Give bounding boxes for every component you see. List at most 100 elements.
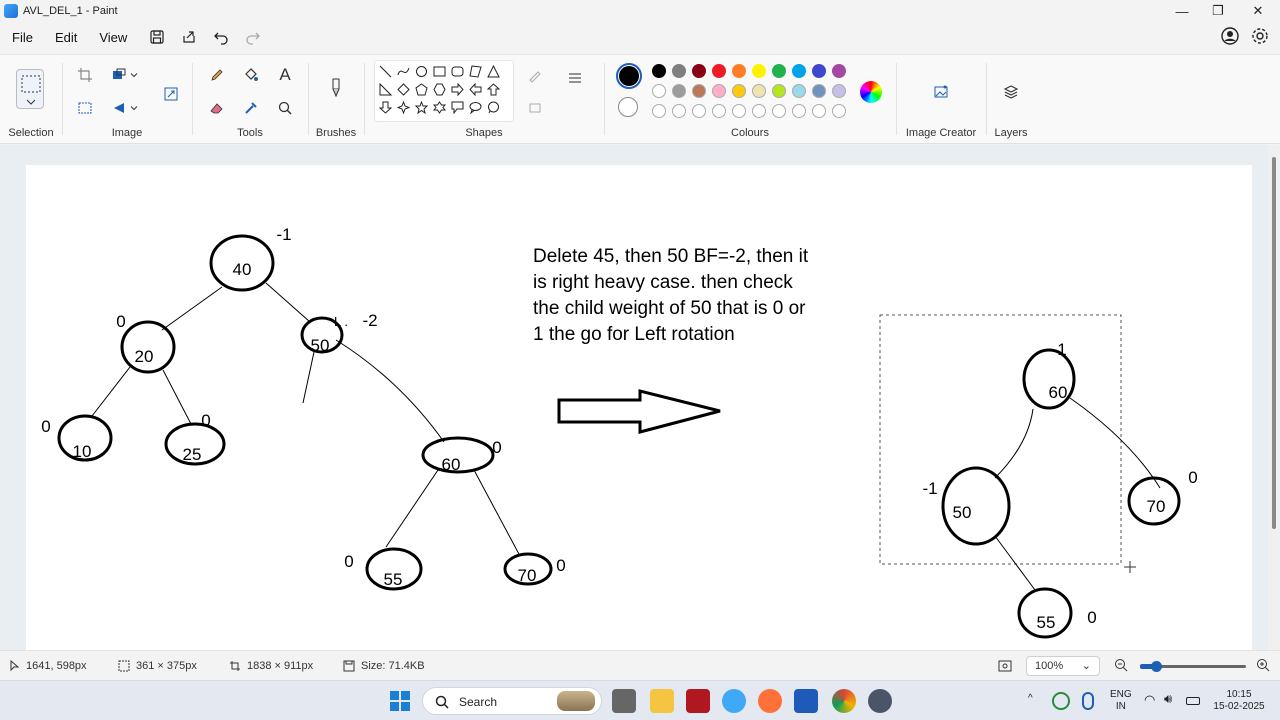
app-red-icon[interactable] bbox=[686, 689, 710, 713]
task-view-icon[interactable] bbox=[612, 689, 636, 713]
selection-button[interactable] bbox=[16, 69, 44, 109]
primary-color-well[interactable] bbox=[616, 63, 642, 89]
up-arrow-shape-icon[interactable] bbox=[485, 81, 501, 97]
colour-swatch-r2-1[interactable] bbox=[672, 84, 686, 98]
pentagon-shape-icon[interactable] bbox=[413, 81, 429, 97]
maximize-button[interactable]: ❐ bbox=[1200, 0, 1236, 22]
crop-icon[interactable] bbox=[74, 64, 96, 86]
six-point-star-shape-icon[interactable] bbox=[431, 99, 447, 115]
custom-colour-slot-9[interactable] bbox=[832, 104, 846, 118]
custom-colour-slot-0[interactable] bbox=[652, 104, 666, 118]
diamond-shape-icon[interactable] bbox=[395, 81, 411, 97]
right-arrow-shape-icon[interactable] bbox=[449, 81, 465, 97]
line-shape-icon[interactable] bbox=[377, 63, 393, 79]
menu-edit[interactable]: Edit bbox=[55, 30, 77, 45]
oval-shape-icon[interactable] bbox=[413, 63, 429, 79]
battery-icon[interactable] bbox=[1186, 697, 1200, 705]
share-icon[interactable] bbox=[177, 25, 201, 49]
select-all-icon[interactable] bbox=[74, 97, 96, 119]
minimize-button[interactable]: — bbox=[1164, 0, 1200, 22]
colour-swatch-r1-3[interactable] bbox=[712, 64, 726, 78]
redo-icon[interactable] bbox=[241, 25, 265, 49]
magnifier-icon[interactable] bbox=[274, 97, 296, 119]
size-icon[interactable] bbox=[564, 67, 586, 89]
menu-file[interactable]: File bbox=[12, 30, 33, 45]
zoom-slider-thumb[interactable] bbox=[1151, 661, 1162, 672]
color-picker-icon[interactable] bbox=[240, 97, 262, 119]
colour-swatch-r1-7[interactable] bbox=[792, 64, 806, 78]
zoom-select[interactable]: 100% ⌄ bbox=[1026, 656, 1100, 676]
chrome-icon[interactable] bbox=[832, 689, 856, 713]
colour-swatch-r1-1[interactable] bbox=[672, 64, 686, 78]
settings-gear-icon[interactable] bbox=[1250, 26, 1270, 46]
callout-cloud-shape-icon[interactable] bbox=[485, 99, 501, 115]
settings-taskbar-icon[interactable] bbox=[868, 689, 892, 713]
drawing-canvas[interactable]: 40 -1 20 0 50 L . -2 10 0 25 0 60 0 55 0… bbox=[26, 165, 1252, 650]
colour-swatch-r1-4[interactable] bbox=[732, 64, 746, 78]
colour-swatch-r2-8[interactable] bbox=[812, 84, 826, 98]
colour-swatch-r2-9[interactable] bbox=[832, 84, 846, 98]
file-explorer-icon[interactable] bbox=[650, 689, 674, 713]
polygon-shape-icon[interactable] bbox=[467, 63, 483, 79]
taskbar-search[interactable]: Search bbox=[422, 687, 602, 715]
microphone-icon[interactable] bbox=[1082, 692, 1094, 710]
rectangle-shape-icon[interactable] bbox=[431, 63, 447, 79]
colour-swatch-r1-6[interactable] bbox=[772, 64, 786, 78]
colour-swatch-r2-2[interactable] bbox=[692, 84, 706, 98]
colour-swatch-r2-5[interactable] bbox=[752, 84, 766, 98]
custom-colour-slot-4[interactable] bbox=[732, 104, 746, 118]
custom-colour-slot-2[interactable] bbox=[692, 104, 706, 118]
layers-icon[interactable] bbox=[1000, 81, 1022, 103]
colour-swatch-r1-5[interactable] bbox=[752, 64, 766, 78]
windows-start-icon[interactable] bbox=[388, 689, 412, 713]
vertical-scrollbar[interactable] bbox=[1268, 145, 1280, 650]
colour-swatch-r1-8[interactable] bbox=[812, 64, 826, 78]
five-point-star-shape-icon[interactable] bbox=[413, 99, 429, 115]
custom-colour-slot-7[interactable] bbox=[792, 104, 806, 118]
eraser-icon[interactable] bbox=[206, 97, 228, 119]
callout-oval-shape-icon[interactable] bbox=[467, 99, 483, 115]
right-triangle-shape-icon[interactable] bbox=[377, 81, 393, 97]
paint-taskbar-icon[interactable] bbox=[722, 689, 746, 713]
tray-chevron-icon[interactable]: ^ bbox=[1028, 693, 1033, 705]
sync-icon[interactable] bbox=[1052, 692, 1070, 710]
wifi-icon[interactable]: ◠ bbox=[1144, 693, 1155, 706]
fill-bucket-icon[interactable] bbox=[240, 64, 262, 86]
custom-colour-slot-5[interactable] bbox=[752, 104, 766, 118]
account-icon[interactable] bbox=[1220, 26, 1240, 46]
word-icon[interactable] bbox=[794, 689, 818, 713]
menu-view[interactable]: View bbox=[99, 30, 127, 45]
custom-colour-slot-6[interactable] bbox=[772, 104, 786, 118]
zoom-out-icon[interactable] bbox=[1114, 658, 1128, 672]
chevron-down-icon[interactable] bbox=[128, 64, 140, 86]
fill-icon[interactable] bbox=[524, 97, 546, 119]
custom-colour-slot-3[interactable] bbox=[712, 104, 726, 118]
secondary-color-swatch[interactable] bbox=[618, 97, 638, 117]
pencil-icon[interactable] bbox=[206, 64, 228, 86]
custom-colour-slot-8[interactable] bbox=[812, 104, 826, 118]
clock[interactable]: 10:15 15-02-2025 bbox=[1210, 689, 1268, 713]
colour-swatch-r1-0[interactable] bbox=[652, 64, 666, 78]
colour-swatch-r2-4[interactable] bbox=[732, 84, 746, 98]
text-tool-icon[interactable]: A bbox=[274, 64, 296, 86]
colour-swatch-r2-6[interactable] bbox=[772, 84, 786, 98]
brush-icon[interactable] bbox=[325, 73, 347, 103]
chevron-down-icon-2[interactable] bbox=[128, 97, 140, 119]
colour-swatch-r1-9[interactable] bbox=[832, 64, 846, 78]
edit-colours-icon[interactable] bbox=[860, 81, 882, 103]
fit-to-window-icon[interactable] bbox=[998, 659, 1012, 673]
scrollbar-thumb[interactable] bbox=[1272, 157, 1276, 529]
volume-icon[interactable]: 🔊︎ bbox=[1164, 692, 1172, 705]
colour-swatch-r1-2[interactable] bbox=[692, 64, 706, 78]
language-indicator[interactable]: ENG IN bbox=[1110, 689, 1132, 713]
zoom-in-icon[interactable] bbox=[1256, 658, 1270, 672]
colour-swatch-r2-7[interactable] bbox=[792, 84, 806, 98]
triangle-shape-icon[interactable] bbox=[485, 63, 501, 79]
callout-rect-shape-icon[interactable] bbox=[449, 99, 465, 115]
down-arrow-shape-icon[interactable] bbox=[377, 99, 393, 115]
custom-colour-slot-1[interactable] bbox=[672, 104, 686, 118]
left-arrow-shape-icon[interactable] bbox=[467, 81, 483, 97]
four-point-star-shape-icon[interactable] bbox=[395, 99, 411, 115]
colour-swatch-r2-0[interactable] bbox=[652, 84, 666, 98]
outline-icon[interactable] bbox=[524, 65, 546, 87]
